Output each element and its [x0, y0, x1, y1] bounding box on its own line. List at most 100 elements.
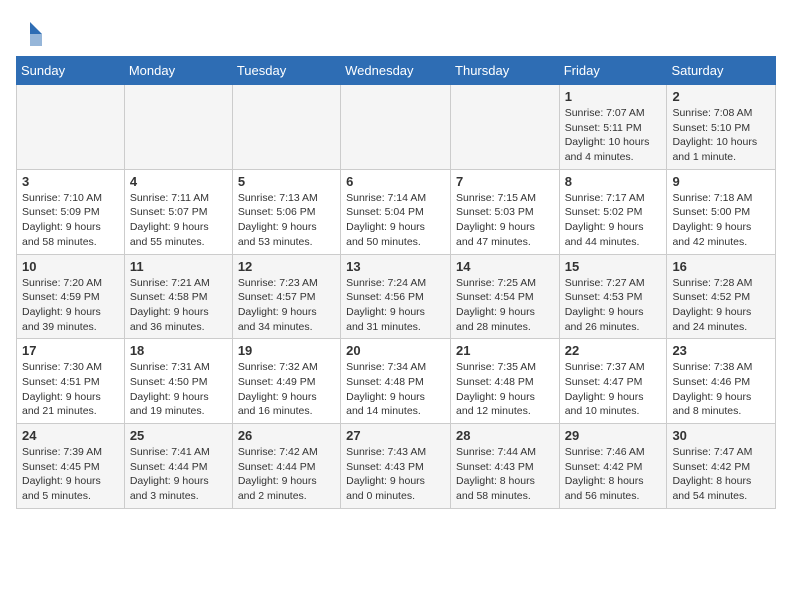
day-number: 2 [672, 89, 770, 104]
day-number: 6 [346, 174, 445, 189]
day-info: Sunrise: 7:30 AM Sunset: 4:51 PM Dayligh… [22, 360, 119, 419]
day-cell: 30 Sunrise: 7:47 AM Sunset: 4:42 PM Dayli… [667, 424, 776, 509]
day-info: Sunrise: 7:25 AM Sunset: 4:54 PM Dayligh… [456, 276, 554, 335]
day-info: Sunrise: 7:28 AM Sunset: 4:52 PM Dayligh… [672, 276, 770, 335]
col-header-tuesday: Tuesday [232, 57, 340, 85]
day-cell: 7 Sunrise: 7:15 AM Sunset: 5:03 PM Daylig… [451, 169, 560, 254]
day-number: 29 [565, 428, 662, 443]
day-info: Sunrise: 7:34 AM Sunset: 4:48 PM Dayligh… [346, 360, 445, 419]
day-cell: 18 Sunrise: 7:31 AM Sunset: 4:50 PM Dayli… [124, 339, 232, 424]
day-cell: 27Sunrise: 7:43 AM Sunset: 4:43 PM Dayli… [341, 424, 451, 509]
day-number: 16 [672, 259, 770, 274]
day-cell: 20Sunrise: 7:34 AM Sunset: 4:48 PM Dayli… [341, 339, 451, 424]
day-number: 15 [565, 259, 662, 274]
col-header-friday: Friday [559, 57, 667, 85]
col-header-wednesday: Wednesday [341, 57, 451, 85]
day-number: 9 [672, 174, 770, 189]
day-number: 4 [130, 174, 227, 189]
day-cell: 10Sunrise: 7:20 AM Sunset: 4:59 PM Dayli… [17, 254, 125, 339]
day-info: Sunrise: 7:42 AM Sunset: 4:44 PM Dayligh… [238, 445, 335, 504]
day-cell: 12 Sunrise: 7:23 AM Sunset: 4:57 PM Dayli… [232, 254, 340, 339]
col-header-saturday: Saturday [667, 57, 776, 85]
day-info: Sunrise: 7:21 AM Sunset: 4:58 PM Dayligh… [130, 276, 227, 335]
day-info: Sunrise: 7:13 AM Sunset: 5:06 PM Dayligh… [238, 191, 335, 250]
day-info: Sunrise: 7:44 AM Sunset: 4:43 PM Dayligh… [456, 445, 554, 504]
col-header-sunday: Sunday [17, 57, 125, 85]
logo-icon [16, 20, 44, 48]
day-number: 14 [456, 259, 554, 274]
day-number: 7 [456, 174, 554, 189]
day-info: Sunrise: 7:27 AM Sunset: 4:53 PM Dayligh… [565, 276, 662, 335]
day-number: 24 [22, 428, 119, 443]
day-cell: 16 Sunrise: 7:28 AM Sunset: 4:52 PM Dayli… [667, 254, 776, 339]
day-info: Sunrise: 7:46 AM Sunset: 4:42 PM Dayligh… [565, 445, 662, 504]
day-info: Sunrise: 7:31 AM Sunset: 4:50 PM Dayligh… [130, 360, 227, 419]
day-number: 23 [672, 343, 770, 358]
day-number: 30 [672, 428, 770, 443]
day-info: Sunrise: 7:24 AM Sunset: 4:56 PM Dayligh… [346, 276, 445, 335]
day-cell: 4 Sunrise: 7:11 AM Sunset: 5:07 PM Daylig… [124, 169, 232, 254]
col-header-monday: Monday [124, 57, 232, 85]
day-cell: 6 Sunrise: 7:14 AM Sunset: 5:04 PM Daylig… [341, 169, 451, 254]
day-cell: 13 Sunrise: 7:24 AM Sunset: 4:56 PM Dayli… [341, 254, 451, 339]
day-number: 21 [456, 343, 554, 358]
day-cell [451, 85, 560, 170]
day-info: Sunrise: 7:18 AM Sunset: 5:00 PM Dayligh… [672, 191, 770, 250]
day-number: 26 [238, 428, 335, 443]
day-cell [124, 85, 232, 170]
day-number: 5 [238, 174, 335, 189]
day-cell: 19 Sunrise: 7:32 AM Sunset: 4:49 PM Dayli… [232, 339, 340, 424]
day-cell: 2 Sunrise: 7:08 AM Sunset: 5:10 PM Daylig… [667, 85, 776, 170]
day-info: Sunrise: 7:14 AM Sunset: 5:04 PM Dayligh… [346, 191, 445, 250]
day-cell: 28 Sunrise: 7:44 AM Sunset: 4:43 PM Dayli… [451, 424, 560, 509]
day-info: Sunrise: 7:17 AM Sunset: 5:02 PM Dayligh… [565, 191, 662, 250]
day-number: 25 [130, 428, 227, 443]
day-cell: 3 Sunrise: 7:10 AM Sunset: 5:09 PM Daylig… [17, 169, 125, 254]
day-cell: 8 Sunrise: 7:17 AM Sunset: 5:02 PM Daylig… [559, 169, 667, 254]
day-cell: 29 Sunrise: 7:46 AM Sunset: 4:42 PM Dayli… [559, 424, 667, 509]
day-number: 12 [238, 259, 335, 274]
day-cell: 5 Sunrise: 7:13 AM Sunset: 5:06 PM Daylig… [232, 169, 340, 254]
day-info: Sunrise: 7:15 AM Sunset: 5:03 PM Dayligh… [456, 191, 554, 250]
week-row: 17Sunrise: 7:30 AM Sunset: 4:51 PM Dayli… [17, 339, 776, 424]
day-info: Sunrise: 7:11 AM Sunset: 5:07 PM Dayligh… [130, 191, 227, 250]
week-row: 10Sunrise: 7:20 AM Sunset: 4:59 PM Dayli… [17, 254, 776, 339]
week-row: 3 Sunrise: 7:10 AM Sunset: 5:09 PM Daylig… [17, 169, 776, 254]
day-cell: 15 Sunrise: 7:27 AM Sunset: 4:53 PM Dayli… [559, 254, 667, 339]
day-info: Sunrise: 7:35 AM Sunset: 4:48 PM Dayligh… [456, 360, 554, 419]
day-number: 8 [565, 174, 662, 189]
day-info: Sunrise: 7:39 AM Sunset: 4:45 PM Dayligh… [22, 445, 119, 504]
day-cell: 26 Sunrise: 7:42 AM Sunset: 4:44 PM Dayli… [232, 424, 340, 509]
day-info: Sunrise: 7:38 AM Sunset: 4:46 PM Dayligh… [672, 360, 770, 419]
day-info: Sunrise: 7:37 AM Sunset: 4:47 PM Dayligh… [565, 360, 662, 419]
day-cell [17, 85, 125, 170]
day-info: Sunrise: 7:32 AM Sunset: 4:49 PM Dayligh… [238, 360, 335, 419]
day-number: 27 [346, 428, 445, 443]
day-number: 10 [22, 259, 119, 274]
day-cell: 9 Sunrise: 7:18 AM Sunset: 5:00 PM Daylig… [667, 169, 776, 254]
header [16, 16, 776, 48]
day-cell: 11Sunrise: 7:21 AM Sunset: 4:58 PM Dayli… [124, 254, 232, 339]
day-info: Sunrise: 7:41 AM Sunset: 4:44 PM Dayligh… [130, 445, 227, 504]
day-cell: 25 Sunrise: 7:41 AM Sunset: 4:44 PM Dayli… [124, 424, 232, 509]
day-cell: 1Sunrise: 7:07 AM Sunset: 5:11 PM Daylig… [559, 85, 667, 170]
day-info: Sunrise: 7:47 AM Sunset: 4:42 PM Dayligh… [672, 445, 770, 504]
day-info: Sunrise: 7:23 AM Sunset: 4:57 PM Dayligh… [238, 276, 335, 335]
day-info: Sunrise: 7:07 AM Sunset: 5:11 PM Dayligh… [565, 106, 662, 165]
logo [16, 20, 46, 48]
day-cell [341, 85, 451, 170]
day-cell: 23 Sunrise: 7:38 AM Sunset: 4:46 PM Dayli… [667, 339, 776, 424]
week-row: 1Sunrise: 7:07 AM Sunset: 5:11 PM Daylig… [17, 85, 776, 170]
day-number: 22 [565, 343, 662, 358]
day-number: 18 [130, 343, 227, 358]
day-info: Sunrise: 7:10 AM Sunset: 5:09 PM Dayligh… [22, 191, 119, 250]
day-number: 19 [238, 343, 335, 358]
day-cell: 21 Sunrise: 7:35 AM Sunset: 4:48 PM Dayli… [451, 339, 560, 424]
day-number: 13 [346, 259, 445, 274]
day-number: 3 [22, 174, 119, 189]
day-info: Sunrise: 7:08 AM Sunset: 5:10 PM Dayligh… [672, 106, 770, 165]
col-header-thursday: Thursday [451, 57, 560, 85]
day-cell [232, 85, 340, 170]
day-cell: 17Sunrise: 7:30 AM Sunset: 4:51 PM Dayli… [17, 339, 125, 424]
day-number: 28 [456, 428, 554, 443]
